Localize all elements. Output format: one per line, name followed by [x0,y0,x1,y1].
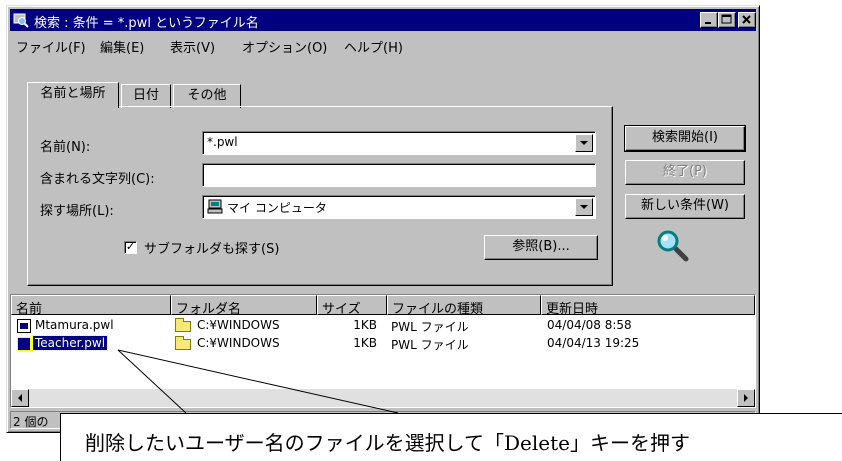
table-row-selected[interactable]: Teacher.pwl C:¥WINDOWS 1KB PWL ファイル 04/0… [11,335,751,353]
menu-view[interactable]: 表示(V) [170,37,215,56]
magnifier-icon [657,230,689,262]
find-now-button[interactable]: 検索開始(I) [624,125,746,152]
name-field[interactable]: *.pwl [202,131,596,155]
menu-file[interactable]: ファイル(F) [16,37,86,56]
minimize-icon [705,22,711,24]
results-list[interactable]: 名前 フォルダ名 サイズ ファイルの種類 更新日時 Mtamura.pwl C:… [10,294,756,408]
callout-box: 削除したいユーザー名のファイルを選択して「Delete」キーを押す [60,413,842,461]
look-in-label: 探す場所(L): [40,204,114,219]
folder-icon [175,336,191,350]
column-header-folder[interactable]: フォルダ名 [171,295,317,317]
column-header-modified[interactable]: 更新日時 [541,295,755,317]
menu-help[interactable]: ヘルプ(H) [344,37,403,56]
table-row[interactable]: Mtamura.pwl C:¥WINDOWS 1KB PWL ファイル 04/0… [11,317,751,335]
find-window: 検索 : 条件 = *.pwl というファイル名 ファイル(F) 編集(E) 表… [6,5,760,433]
pwl-file-icon [17,319,31,333]
file-name: Mtamura.pwl [35,318,114,332]
tab-advanced[interactable]: その他 [173,84,241,108]
arrow-left-icon [18,394,22,402]
file-modified: 04/04/08 8:58 [547,318,632,332]
file-type: PWL ファイル [391,320,469,334]
tab-date[interactable]: 日付 [121,84,171,108]
folder-path: C:¥WINDOWS [197,318,280,332]
arrow-right-icon [744,394,748,402]
close-button[interactable] [738,12,756,28]
window-title: 検索 : 条件 = *.pwl というファイル名 [34,16,259,31]
minimize-button[interactable] [700,12,718,28]
look-in-dropdown-button[interactable] [575,198,593,216]
file-name: Teacher.pwl [31,335,109,351]
look-in-field[interactable]: マイ コンピュータ [202,195,596,219]
close-icon [742,15,751,24]
file-size: 1KB [353,318,377,332]
my-computer-icon [207,199,223,214]
file-type: PWL ファイル [391,338,469,352]
callout-text: 削除したいユーザー名のファイルを選択して「Delete」キーを押す [85,431,690,455]
look-in-value: マイ コンピュータ [227,201,327,215]
name-label: 名前(N): [40,140,91,155]
column-header-type[interactable]: ファイルの種類 [387,295,541,317]
tab-name-location[interactable]: 名前と場所 [27,82,119,108]
tab-panel: 名前(N): *.pwl 含まれる文字列(C): 探す場所(L): マイ コンピ… [27,106,613,286]
menu-edit[interactable]: 編集(E) [100,37,144,56]
contains-text-field[interactable] [202,163,596,187]
file-size: 1KB [353,336,377,350]
file-modified: 04/04/13 19:25 [547,336,640,350]
browse-button[interactable]: 参照(B)... [484,235,598,260]
folder-path: C:¥WINDOWS [197,336,280,350]
pwl-file-icon [17,337,31,351]
scroll-right-button[interactable] [737,389,755,407]
title-bar[interactable]: 検索 : 条件 = *.pwl というファイル名 [10,9,756,31]
column-header-size[interactable]: サイズ [317,295,387,317]
folder-icon [175,318,191,332]
name-dropdown-button[interactable] [575,134,593,152]
menu-bar: ファイル(F) 編集(E) 表示(V) オプション(O) ヘルプ(H) [10,34,756,56]
find-window-icon [13,13,29,28]
name-field-value: *.pwl [207,135,238,149]
maximize-button[interactable] [718,12,736,28]
status-text: 2 個の [13,415,49,429]
horizontal-scrollbar[interactable] [11,389,755,407]
subfolders-checkbox[interactable]: ✓ [124,241,137,254]
contains-label: 含まれる文字列(C): [40,172,155,187]
maximize-icon [721,14,732,24]
stop-button[interactable]: 終了(P) [625,160,745,185]
scroll-left-button[interactable] [11,389,29,407]
column-header-name[interactable]: 名前 [11,295,171,317]
menu-options[interactable]: オプション(O) [242,37,327,56]
subfolders-label: サブフォルダも探す(S) [144,242,280,257]
new-search-button[interactable]: 新しい条件(W) [625,194,745,219]
